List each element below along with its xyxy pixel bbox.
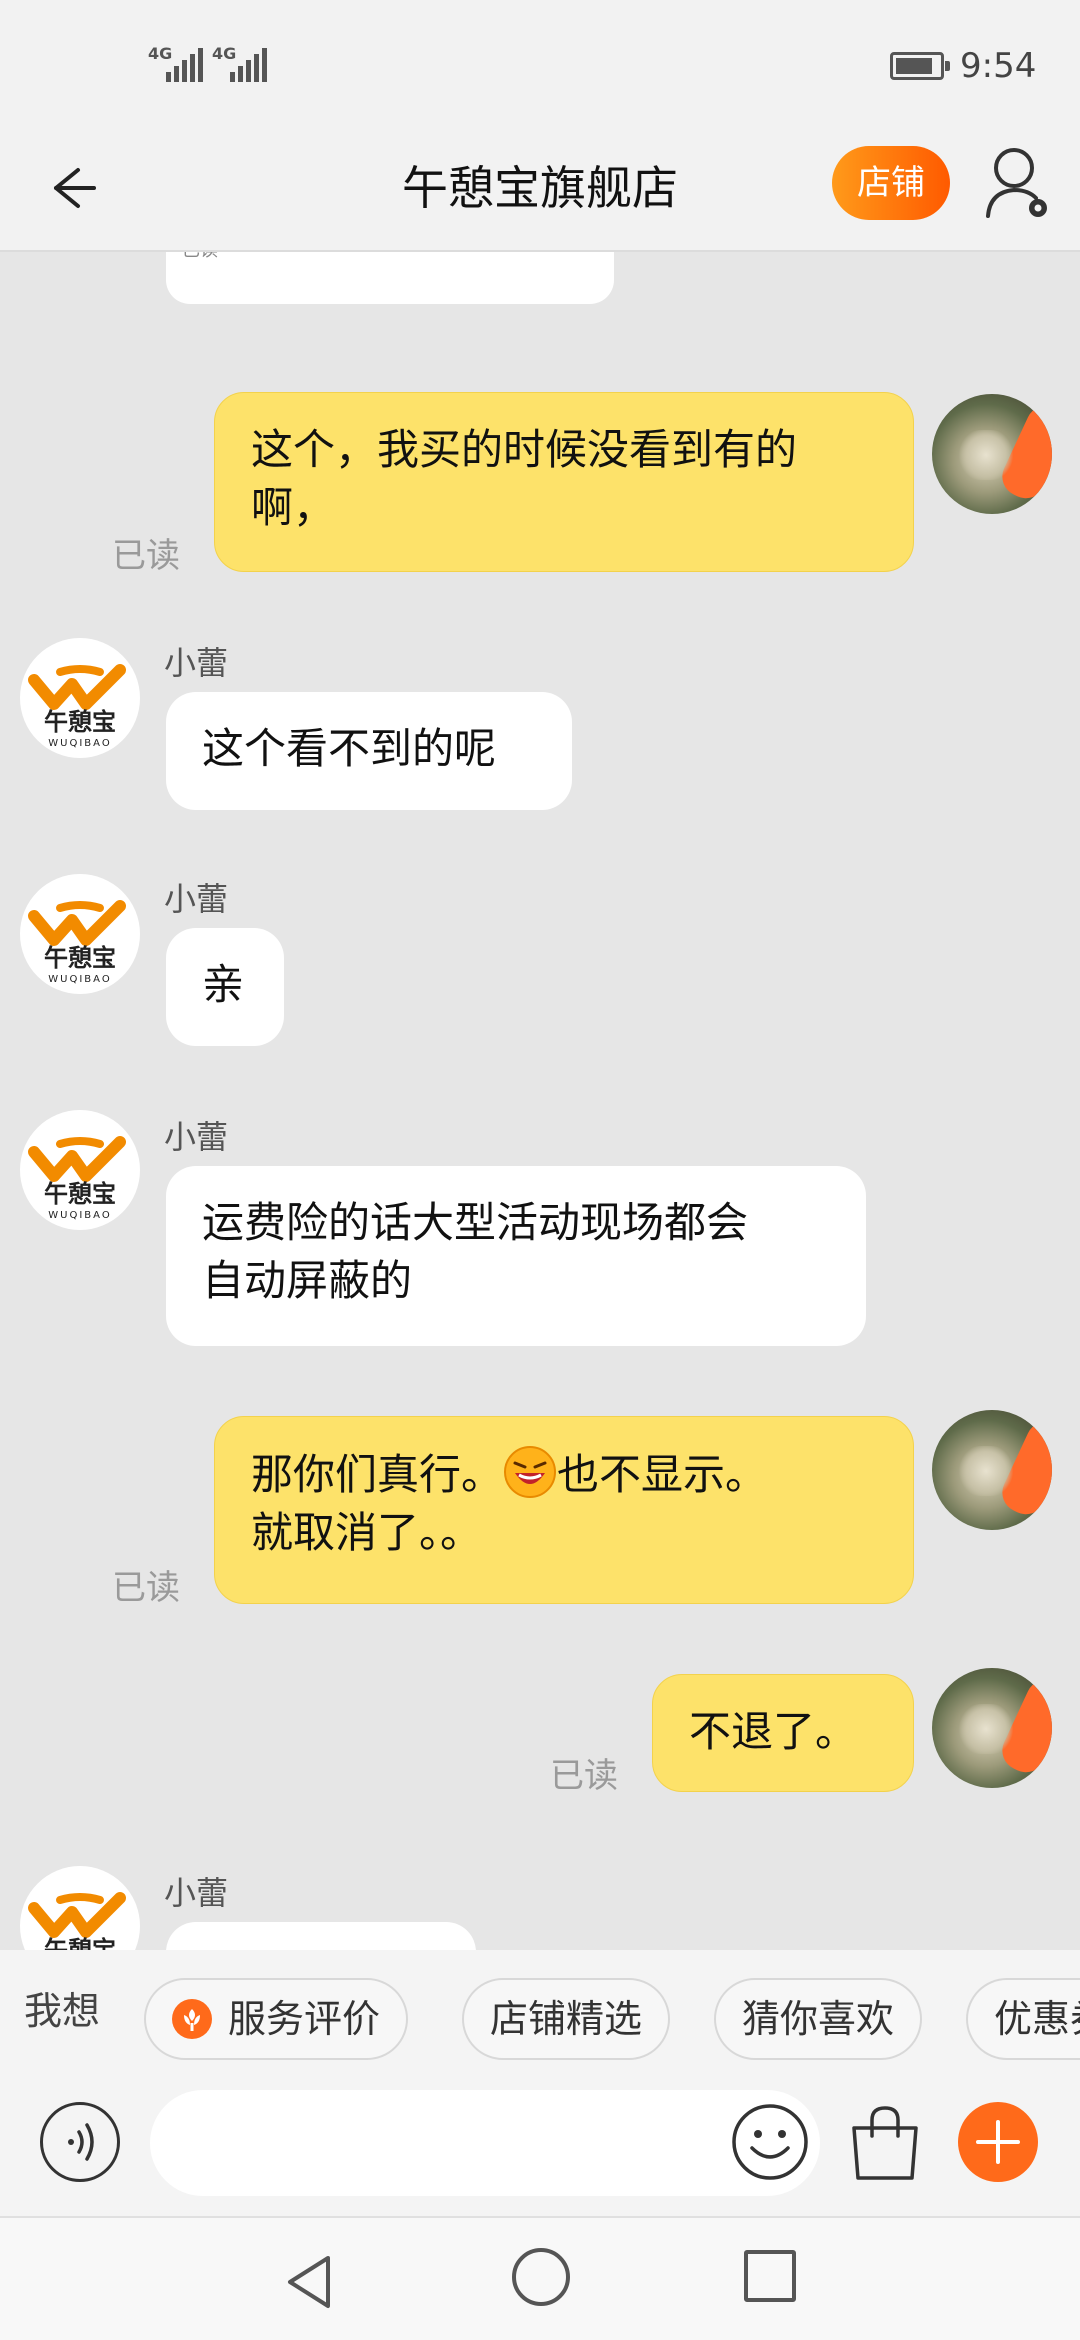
my-message-bubble[interactable]: 那你们真行。 也不显示。 就取消了。。: [214, 1416, 914, 1604]
my-message-bubble[interactable]: 不退了。: [652, 1674, 914, 1792]
my-avatar[interactable]: [932, 1668, 1052, 1788]
chip-label: 服务评价: [228, 1997, 381, 2041]
store-avatar[interactable]: 午憩宝 WUQIBAO: [20, 874, 140, 994]
their-message-bubble[interactable]: 亲: [166, 928, 284, 1046]
shopping-bag-icon[interactable]: [848, 2102, 922, 2182]
shop-button[interactable]: 店铺: [832, 146, 950, 220]
nav-back-icon[interactable]: [280, 2252, 340, 2312]
store-logo-icon: 午憩宝: [28, 1892, 126, 1950]
quick-actions-bar: 我想 服务评价 店铺精选 猜你喜欢 优惠券: [0, 1950, 1080, 2060]
store-logo-icon: 午憩宝 WUQIBAO: [28, 900, 126, 985]
message-text: 也不显示。: [557, 1450, 768, 1499]
previous-image-message[interactable]: 已读: [166, 252, 614, 304]
store-logo-icon: 午憩宝 WUQIBAO: [28, 664, 126, 749]
rating-flower-icon: [172, 1998, 212, 2039]
store-avatar[interactable]: 午憩宝 WUQIBAO: [20, 1110, 140, 1230]
chip-service-rating[interactable]: 服务评价: [144, 1978, 409, 2060]
svg-text:WUQIBAO: WUQIBAO: [48, 1210, 111, 1221]
svg-text:午憩宝: 午憩宝: [44, 1180, 116, 1208]
signal-icon-1: 4G: [148, 44, 203, 82]
user-settings-icon[interactable]: [984, 144, 1054, 224]
chip-coupons[interactable]: 优惠券: [966, 1978, 1080, 2060]
store-logo-icon: 午憩宝 WUQIBAO: [28, 1136, 126, 1221]
read-receipt: 已读: [112, 536, 180, 576]
message-text: 啊，: [251, 483, 336, 532]
store-avatar[interactable]: 午憩宝 WUQIBAO: [20, 638, 140, 758]
laughing-emoji-icon: [504, 1446, 557, 1498]
more-options-button[interactable]: [958, 2102, 1038, 2182]
signal-icon-2: 4G: [212, 44, 267, 82]
message-text: 不退了。: [689, 1707, 858, 1756]
message-text: 就取消了。。: [251, 1508, 483, 1557]
message-text: 这个看不到的呢: [202, 724, 497, 773]
svg-text:午憩宝: 午憩宝: [44, 944, 116, 972]
read-receipt: 已读: [550, 1756, 618, 1796]
nav-recents-icon[interactable]: [744, 2250, 796, 2302]
my-avatar[interactable]: [932, 394, 1052, 514]
their-message-bubble[interactable]: [166, 1922, 476, 1950]
message-input[interactable]: [150, 2090, 820, 2196]
message-text: 亲: [202, 960, 245, 1009]
chip-label: 店铺精选: [490, 1997, 643, 2041]
chip-label: 优惠券: [994, 1997, 1080, 2041]
sender-name: 小蕾: [164, 880, 229, 918]
their-message-bubble[interactable]: 运费险的话大型活动现场都会 自动屏蔽的: [166, 1166, 866, 1346]
svg-text:午憩宝: 午憩宝: [44, 708, 116, 736]
sender-name: 小蕾: [164, 644, 229, 682]
voice-input-button[interactable]: [40, 2102, 120, 2182]
message-text: 这个，我买的时候没看到有的: [251, 425, 798, 474]
message-text: 自动屏蔽的: [202, 1256, 413, 1305]
message-text: 那你们真行。: [251, 1450, 504, 1499]
svg-text:WUQIBAO: WUQIBAO: [48, 738, 111, 749]
message-text: 运费险的话大型活动现场都会: [202, 1198, 749, 1247]
message-input-bar: [0, 2060, 1080, 2216]
chip-label: 猜你喜欢: [742, 1997, 895, 2041]
network-type-1: 4G: [148, 44, 173, 63]
emoji-icon[interactable]: [730, 2102, 810, 2182]
my-message-bubble[interactable]: 这个，我买的时候没看到有的 啊，: [214, 392, 914, 572]
status-bar: 4G 4G 9:54: [0, 0, 1080, 130]
chat-area[interactable]: 已读 这个，我买的时候没看到有的 啊， 已读 午憩宝 WUQIBAO 小蕾 这个…: [0, 252, 1080, 1950]
my-avatar[interactable]: [932, 1410, 1052, 1530]
quick-actions-label: 我想: [24, 1989, 101, 2033]
store-avatar[interactable]: 午憩宝: [20, 1866, 140, 1950]
sender-name: 小蕾: [164, 1874, 229, 1912]
network-type-2: 4G: [212, 44, 237, 63]
read-receipt: 已读: [112, 1568, 180, 1608]
svg-text:WUQIBAO: WUQIBAO: [48, 974, 111, 985]
chip-shop-picks[interactable]: 店铺精选: [462, 1978, 671, 2060]
plus-icon: [976, 2120, 1020, 2164]
system-nav-bar: [0, 2216, 1080, 2340]
svg-text:午憩宝: 午憩宝: [44, 1936, 116, 1950]
chat-header: 午憩宝旗舰店 店铺: [0, 130, 1080, 252]
sender-name: 小蕾: [164, 1118, 229, 1156]
their-message-bubble[interactable]: 这个看不到的呢: [166, 692, 572, 810]
chip-guess-you-like[interactable]: 猜你喜欢: [714, 1978, 923, 2060]
battery-icon: [890, 52, 950, 80]
status-time: 9:54: [960, 46, 1037, 86]
nav-home-icon[interactable]: [512, 2248, 570, 2306]
voice-wave-icon: [68, 2123, 94, 2161]
image-caption: 已读: [182, 252, 218, 262]
